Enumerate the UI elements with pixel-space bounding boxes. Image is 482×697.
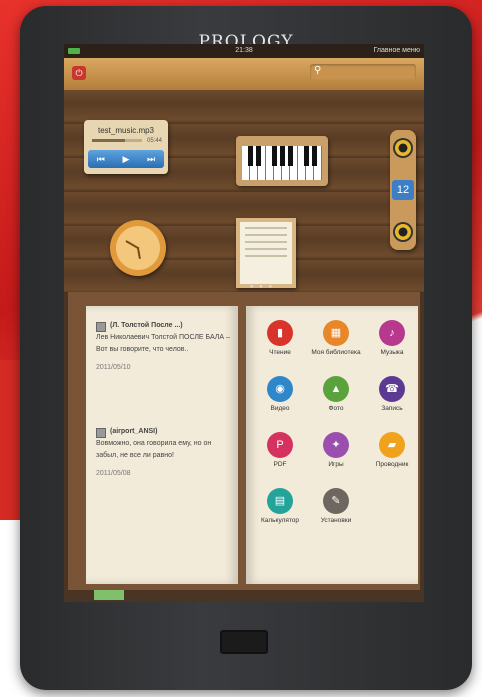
recent-book-item[interactable]: (Л. Толстой После ...) Лев Николаевич То… [96,320,232,374]
home-hardware-button[interactable] [220,630,268,654]
app-label: Игры [328,461,344,468]
speaker-widget[interactable]: 12 [390,130,416,250]
app-photo[interactable]: ▲ Фото [308,376,364,412]
app-label: Калькулятор [260,517,300,524]
search-icon: ⚲ [314,65,322,76]
play-icon[interactable]: ▶ [123,154,130,165]
photo-icon: ▲ [323,376,349,402]
app-calculator[interactable]: ▤ Калькулятор [252,488,308,524]
home-menu-label: Главное меню [373,47,420,54]
app-label: Запись [381,405,403,412]
app-explorer[interactable]: ▰ Проводник [364,432,420,468]
music-icon: ♪ [379,320,405,346]
next-icon[interactable]: ⏭ [147,154,155,165]
pdf-icon: P [267,432,293,458]
app-label: Моя библиотека [311,349,361,356]
music-progress-bar[interactable] [92,139,142,142]
app-settings[interactable]: ✎ Установки [308,488,364,524]
app-pdf[interactable]: P PDF [252,432,308,468]
clock-face-icon [116,226,160,270]
app-label: Видео [270,405,290,412]
clock-widget[interactable] [110,220,166,276]
library-icon: ▦ [323,320,349,346]
read-icon: ▮ [267,320,293,346]
search-input[interactable]: ⚲ [310,64,416,80]
top-toolbar: ⏻ ⚲ [64,58,424,90]
app-record[interactable]: ☎ Запись [364,376,420,412]
app-library[interactable]: ▦ Моя библиотека [308,320,364,356]
app-read[interactable]: ▮ Чтение [252,320,308,356]
device-screen: 21:38 Главное меню ⏻ ⚲ test_music.mp3 05… [64,44,424,602]
music-widget[interactable]: test_music.mp3 05:44 ⏮ ▶ ⏭ [84,120,168,174]
app-label: Фото [328,405,344,412]
app-label: PDF [273,461,287,468]
app-music[interactable]: ♪ Музыка [364,320,420,356]
piano-widget[interactable] [236,136,328,186]
video-icon: ◉ [267,376,293,402]
speaker-icon [393,222,413,242]
page-indicator: ● ● ● [250,284,275,290]
music-track-title: test_music.mp3 [97,126,155,135]
app-video[interactable]: ◉ Видео [252,376,308,412]
app-label: Музыка [380,349,404,356]
status-time: 21:38 [235,47,253,54]
settings-icon: ✎ [323,488,349,514]
piano-keys [242,146,322,180]
power-icon[interactable]: ⏻ [72,66,86,80]
status-bar: 21:38 Главное меню [64,44,424,58]
music-progress-fill [92,139,125,142]
app-label: Проводник [375,461,409,468]
speaker-number: 12 [392,180,414,200]
record-icon: ☎ [379,376,405,402]
app-games[interactable]: ✦ Игры [308,432,364,468]
games-icon: ✦ [323,432,349,458]
bookmark-tab[interactable] [94,590,124,600]
notes-widget[interactable] [236,218,296,288]
speaker-icon [393,138,413,158]
app-label: Установки [320,517,352,524]
prev-icon[interactable]: ⏮ [97,154,105,165]
music-controls: ⏮ ▶ ⏭ [88,150,164,168]
recent-book-item[interactable]: (airport_ANSI) Вовможно, она говорила ем… [96,426,232,480]
music-time: 05:44 [146,138,162,144]
calculator-icon: ▤ [267,488,293,514]
recent-books-page: (Л. Толстой После ...) Лев Николаевич То… [86,306,238,584]
explorer-icon: ▰ [379,432,405,458]
app-label: Чтение [269,349,291,356]
